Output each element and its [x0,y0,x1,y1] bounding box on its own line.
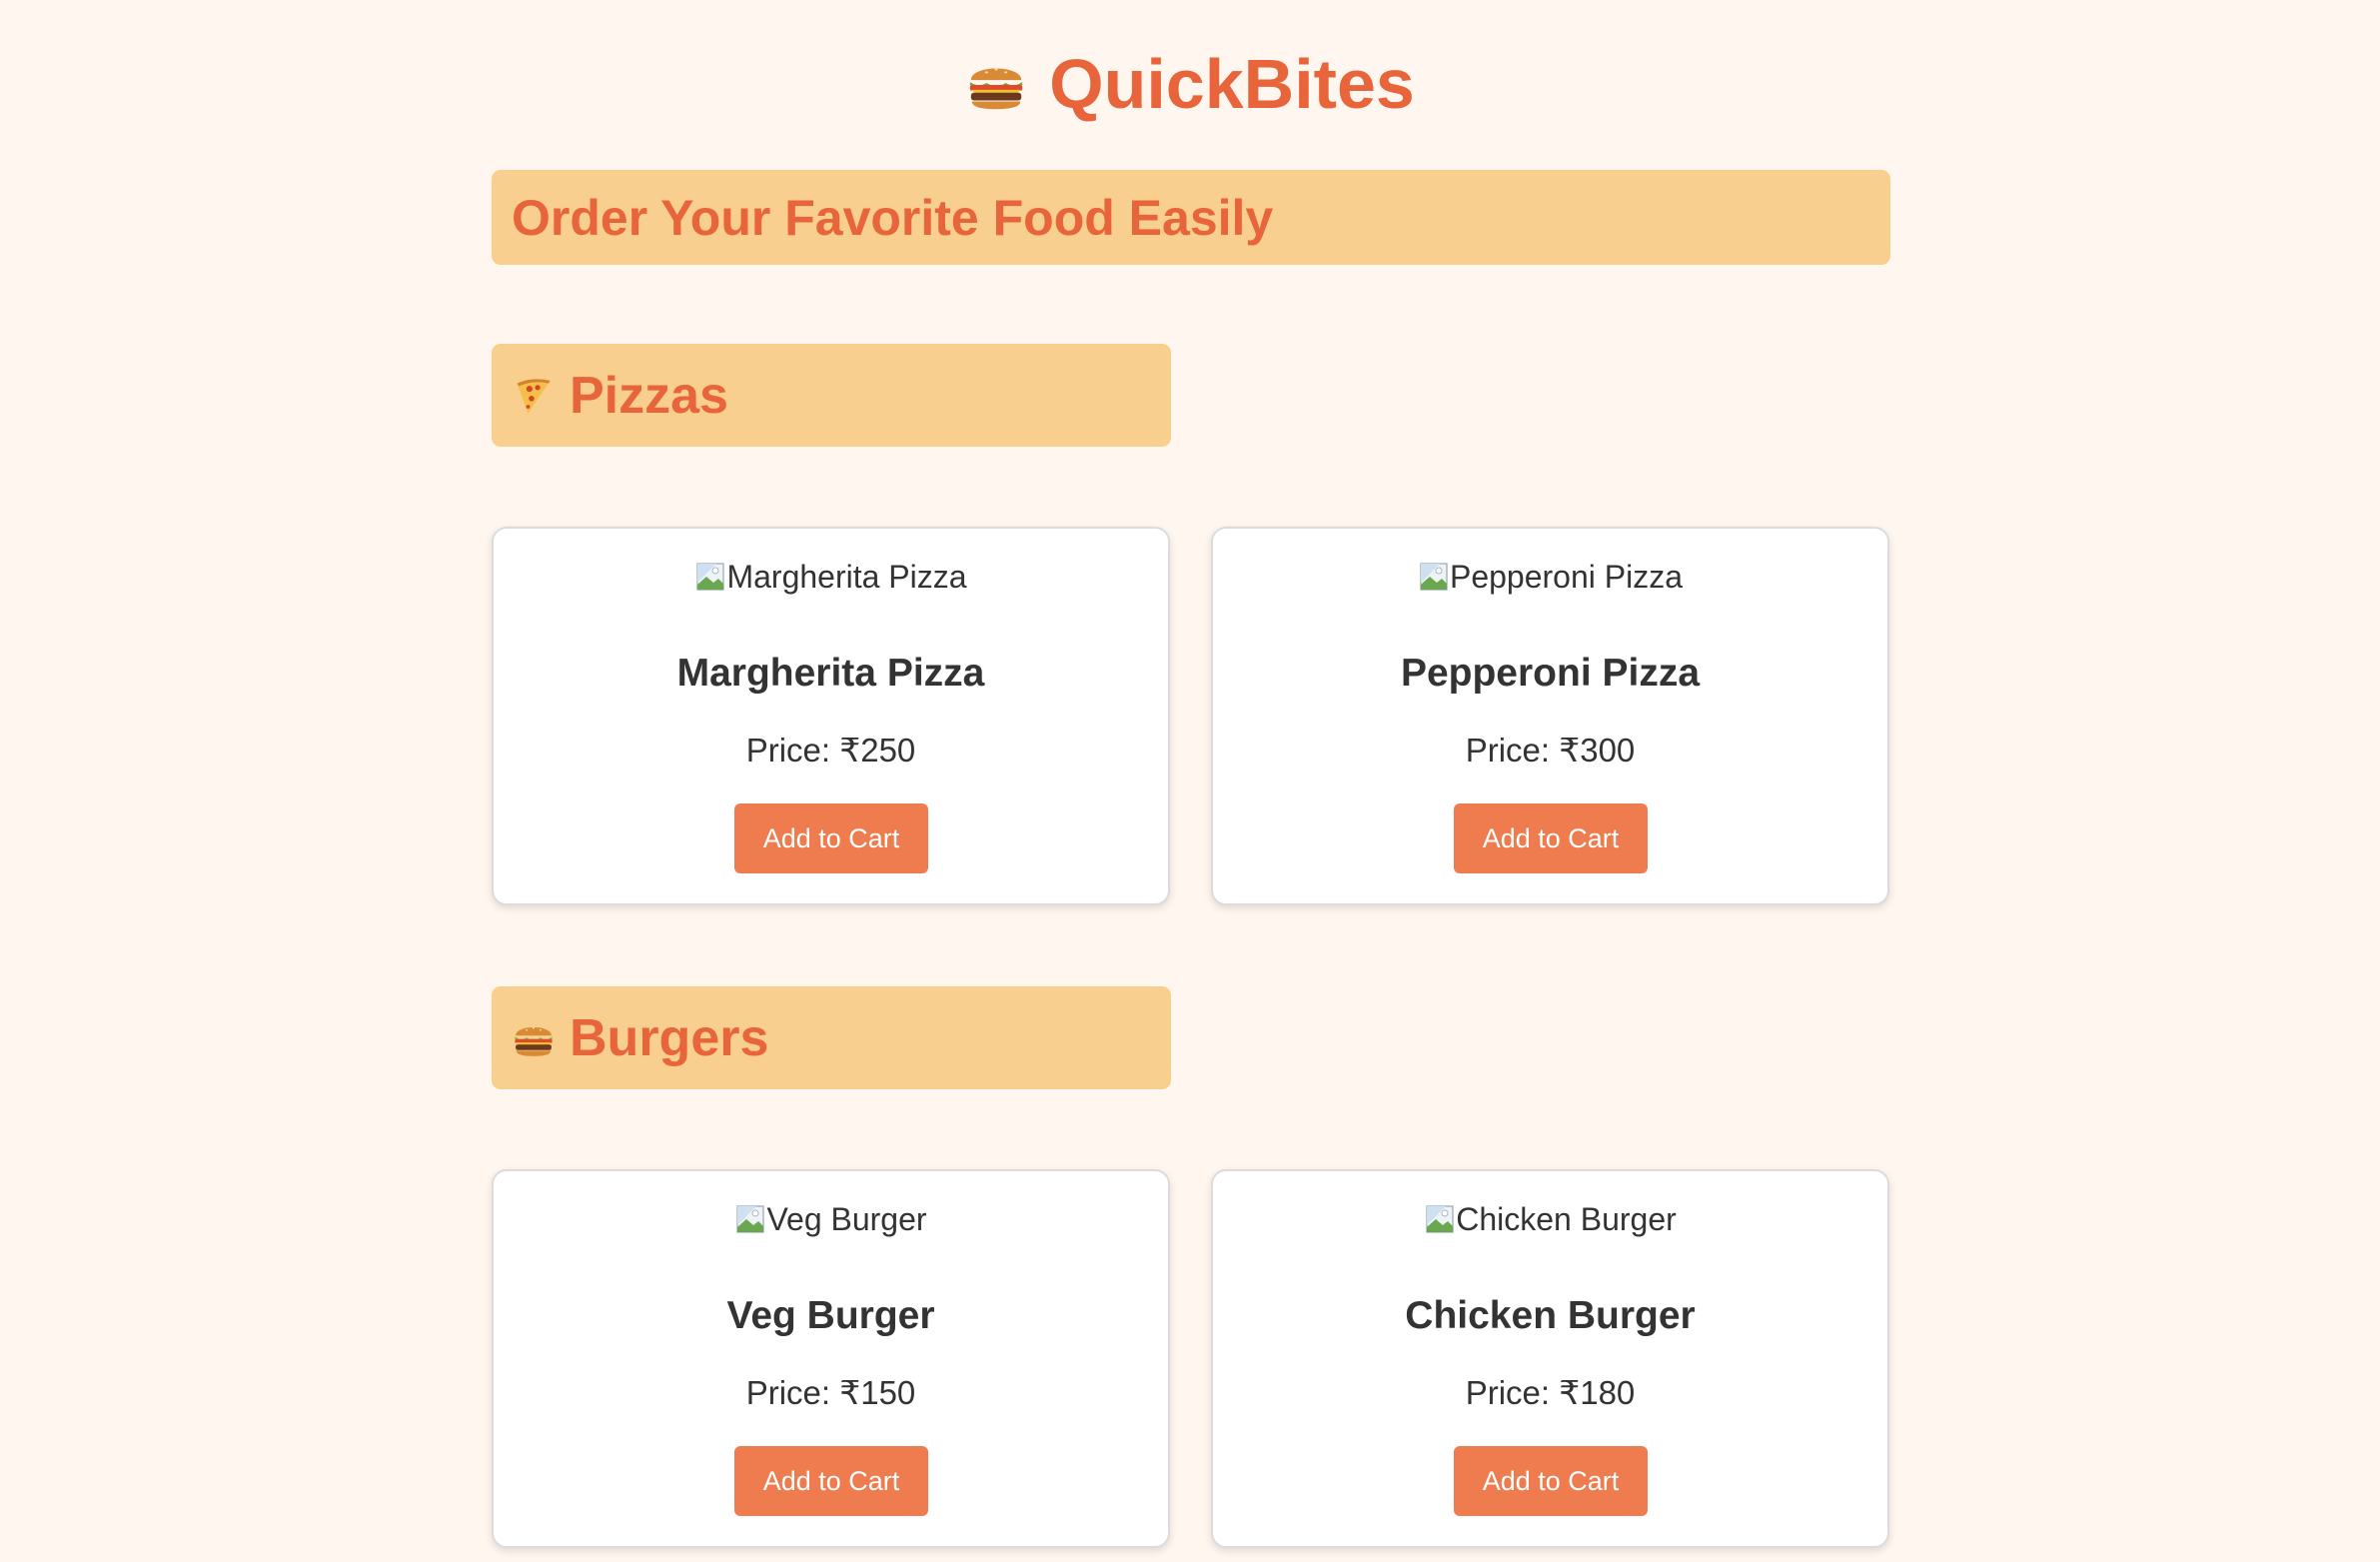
app-title-text: QuickBites [1049,45,1415,123]
product-name: Veg Burger [726,1294,935,1337]
product-price: Price: ₹250 [745,732,916,769]
hero-banner: Order Your Favorite Food Easily [492,170,1890,265]
burger-icon [965,53,1027,115]
product-name: Pepperoni Pizza [1400,652,1701,695]
image-alt-text: Veg Burger [766,1201,927,1237]
image-alt-text: Chicken Burger [1456,1201,1677,1237]
product-image: Chicken Burger [1213,1199,1887,1239]
add-to-cart-button[interactable]: Add to Cart [1454,1446,1648,1516]
product-card-margherita-pizza: Margherita Pizza Margherita Pizza Price:… [492,527,1170,905]
product-price: Price: ₹150 [745,1374,916,1411]
image-alt-text: Pepperoni Pizza [1449,559,1684,595]
product-card-veg-burger: Veg Burger Veg Burger Price: ₹150 Add to… [492,1169,1170,1548]
product-card-chicken-burger: Chicken Burger Chicken Burger Price: ₹18… [1211,1169,1889,1548]
add-to-cart-button[interactable]: Add to Cart [734,1446,928,1516]
burger-icon [512,1016,556,1060]
section-header-burgers: Burgers [492,986,1171,1089]
product-image: Veg Burger [494,1199,1168,1239]
broken-image-icon [734,1203,766,1235]
app-title: QuickBites [0,38,2380,130]
add-to-cart-button[interactable]: Add to Cart [734,803,928,873]
product-price: Price: ₹300 [1465,732,1636,769]
section-title: Burgers [570,1008,769,1067]
broken-image-icon [694,561,726,593]
banner-heading: Order Your Favorite Food Easily [512,189,1274,246]
product-image: Margherita Pizza [494,557,1168,597]
section-header-pizzas: Pizzas [492,344,1171,447]
image-alt-text: Margherita Pizza [726,559,967,595]
product-name: Chicken Burger [1405,1294,1696,1337]
section-title: Pizzas [570,366,728,425]
broken-image-icon [1418,561,1450,593]
pizza-slice-icon [512,374,556,418]
product-image: Pepperoni Pizza [1213,557,1887,597]
add-to-cart-button[interactable]: Add to Cart [1454,803,1648,873]
broken-image-icon [1424,1203,1456,1235]
product-card-pepperoni-pizza: Pepperoni Pizza Pepperoni Pizza Price: ₹… [1211,527,1889,905]
product-price: Price: ₹180 [1465,1374,1636,1411]
product-name: Margherita Pizza [676,652,985,695]
